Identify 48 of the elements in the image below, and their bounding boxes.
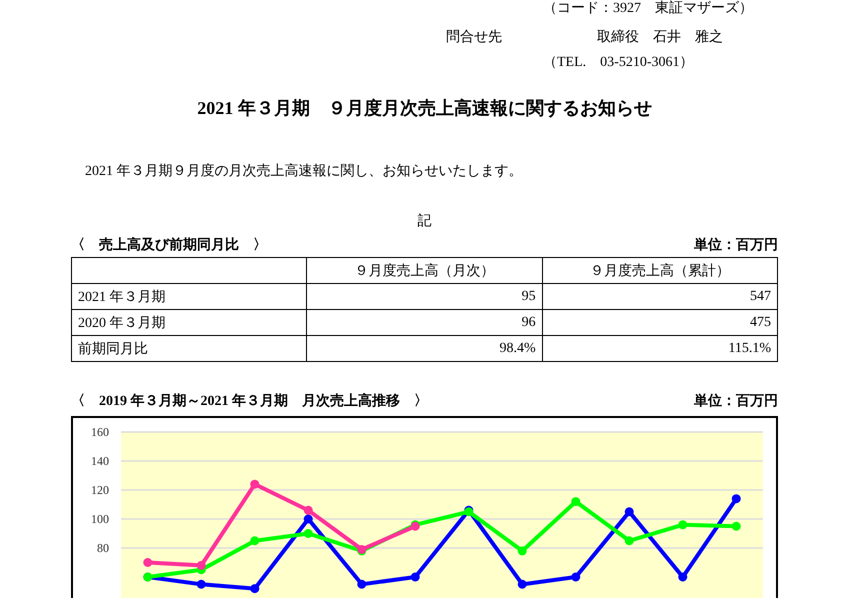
- point: [250, 584, 260, 594]
- column-header: ９月度売上高（月次）: [306, 258, 542, 284]
- point: [732, 494, 741, 504]
- table-cell: 96: [306, 310, 542, 336]
- unit-label: 単位：百万円: [694, 392, 778, 411]
- y-tick-label: 80: [97, 541, 109, 555]
- intro-paragraph: 2021 年３月期９月度の月次売上高速報に関し、お知らせいたします。: [84, 162, 524, 180]
- y-tick-label: 120: [91, 483, 109, 497]
- point: [357, 580, 366, 589]
- company-code: （コード：3927 東証マザーズ）: [542, 0, 754, 18]
- table-cell: 115.1%: [542, 336, 778, 362]
- table-cell: 547: [542, 284, 778, 310]
- point: [304, 514, 313, 524]
- section-heading: 〈 2019 年３月期～2021 年３月期 月次売上高推移 〉: [71, 392, 428, 411]
- phone-number: （TEL. 03-5210-3061）: [542, 54, 694, 72]
- point: [250, 480, 260, 489]
- column-header: ９月度売上高（累計）: [542, 258, 778, 284]
- y-tick-label: 140: [91, 454, 109, 468]
- row-label: 前期同月比: [72, 336, 307, 362]
- point: [518, 580, 527, 589]
- point: [678, 572, 688, 582]
- point: [571, 497, 580, 506]
- point: [304, 529, 313, 538]
- point: [196, 580, 206, 589]
- point: [304, 506, 313, 515]
- document-title: 2021 年３月期 ９月度月次売上高速報に関するお知らせ: [196, 97, 653, 120]
- point: [410, 572, 420, 582]
- table-cell: 95: [306, 284, 542, 310]
- point: [196, 560, 206, 570]
- section-heading: 〈 売上高及び前期同月比 〉: [71, 236, 267, 255]
- point: [624, 507, 634, 516]
- point: [678, 520, 688, 530]
- table-cell: 98.4%: [306, 336, 542, 362]
- contact-person: 取締役 石井 雅之: [597, 28, 723, 47]
- row-label: 2020 年３月期: [72, 310, 307, 336]
- point: [143, 558, 152, 567]
- table-cell: 475: [542, 310, 778, 336]
- y-tick-label: 160: [91, 425, 109, 439]
- point: [571, 572, 580, 582]
- note-mark: 記: [416, 212, 432, 230]
- point: [624, 536, 634, 546]
- y-tick-label: 100: [91, 512, 109, 526]
- row-label: 2021 年３月期: [72, 284, 307, 310]
- contact-label: 問合せ先: [446, 28, 503, 47]
- point: [518, 546, 527, 556]
- point: [250, 536, 260, 546]
- point: [732, 522, 741, 531]
- unit-label: 単位：百万円: [694, 236, 778, 255]
